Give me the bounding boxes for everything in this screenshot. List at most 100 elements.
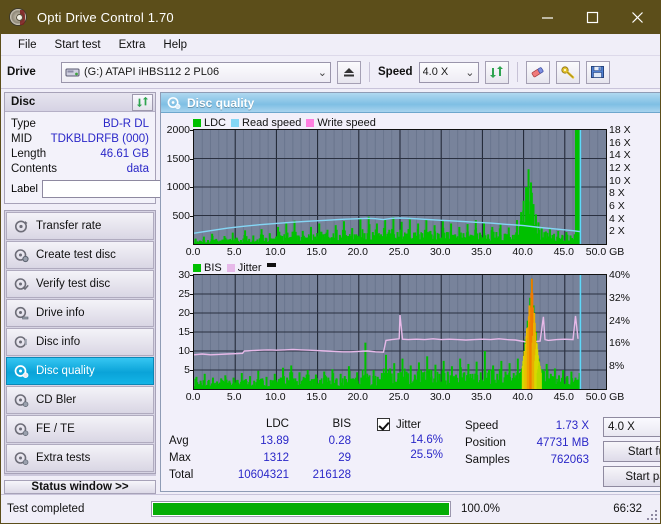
y2-tick-label: 16% [609,337,631,350]
legend-label: LDC [204,116,227,129]
sidebar-item-verify-test-disc[interactable]: Verify test disc [6,270,154,298]
y2-tick-label: 14 X [609,149,631,162]
sidebar-item-create-test-disc[interactable]: Create test disc [6,241,154,269]
menu-extra[interactable]: Extra [110,37,155,53]
disc-label-label: Label [11,182,38,195]
charts-container: LDC Read speed Write speed 500 1000 1500 20… [161,113,660,404]
main-body: Disc Type BD-R DL MID TDKBLDRFB (000) Le… [1,90,660,494]
legend-swatch [231,118,240,127]
panel-title: Disc quality [187,95,255,110]
x-tick-label: 25.0 [388,246,410,258]
bis-chart-legend: BIS Jitter [163,261,660,274]
test-speed-select[interactable]: 4.0 X ⌄ [603,417,660,437]
jitter-checkbox[interactable] [377,418,390,431]
legend-swatch [226,263,235,272]
disc-row-contents: Contents data [11,161,149,176]
disc-quality-icon [14,364,29,379]
x-tick-label: 30.0 [429,246,451,258]
menu-file[interactable]: File [9,37,46,53]
menu-start-test[interactable]: Start test [46,37,110,53]
position-stat-value: 47731 MB [536,436,589,449]
speed-select[interactable]: 4.0 X ⌄ [418,61,479,83]
right-pane: Disc quality LDC Read speed Write speed … [159,90,660,494]
action-buttons: 4.0 X ⌄ Start full Start part [603,417,660,487]
eject-button[interactable] [337,60,361,84]
drive-small-icon [65,66,80,79]
legend-label: Read speed [242,116,302,129]
y2-tick-label: 40% [609,269,631,281]
error-stats-table: LDC BIS Avg 13.89 0.28 Max 1312 29 Total… [169,417,351,487]
y2-tick-label: 8 X [609,187,625,200]
y-tick-label: 1000 [166,181,190,193]
y-tick-label: 20 [178,307,190,319]
sidebar-item-disc-info[interactable]: Disc info [6,328,154,356]
y-tick-label: 15 [178,326,190,338]
drive-label: Drive [7,66,36,78]
key-icon [560,66,574,79]
bis-x-axis: 0.0 5.0 10.0 15.0 20.0 25.0 30.0 35.0 40.0 45.0 50… [186,390,625,404]
jitter-toggle-row[interactable]: Jitter [377,417,443,432]
title-bar: Opti Drive Control 1.70 [1,1,660,34]
y-tick-label: 10 [178,345,190,357]
status-window-button[interactable]: Status window >> [4,480,156,494]
jitter-column: Jitter 14.6% 25.5% [377,417,443,487]
samples-stat-value: 762063 [550,453,589,466]
x-tick-label: 5.0 [226,246,242,258]
save-button[interactable] [585,60,610,84]
app-disc-icon [9,7,29,28]
eraser-icon [531,67,543,78]
eraser-button[interactable] [525,60,550,84]
verify-disc-icon [14,277,29,292]
disc-mid-value: TDKBLDRFB (000) [50,132,149,145]
disc-refresh-button[interactable] [132,93,153,111]
ldc-x-axis: 0.0 5.0 10.0 15.0 20.0 25.0 30.0 35.0 40.0 45.0 50… [186,245,625,259]
bis-jitter-chart: BIS Jitter 5 10 15 20 25 30 8% 16% 24% 32% 40% 0.… [163,261,660,404]
sidebar-item-transfer-rate[interactable]: Transfer rate [6,212,154,240]
y2-tick-label: 16 X [609,136,631,149]
ldc-y-axis-left: 500 1000 1500 2000 [163,124,193,245]
x-tick-label: 20.0 [347,391,369,403]
resize-grip[interactable] [647,510,657,520]
start-full-button[interactable]: Start full [603,441,660,462]
jitter-avg-value: 14.6% [410,433,443,446]
disc-type-label: Type [11,117,36,130]
speed-label: Speed [378,66,413,78]
stats-row-total-label: Total [169,469,194,481]
disc-group-header: Disc [5,93,155,112]
left-pane: Disc Type BD-R DL MID TDKBLDRFB (000) Le… [1,90,244,494]
x-tick-label: 40.0 [512,246,533,258]
disc-group: Disc Type BD-R DL MID TDKBLDRFB (000) Le… [4,92,244,204]
disc-type-value: BD-R DL [102,117,149,130]
menu-bar: File Start test Extra Help [1,34,660,56]
refresh-button[interactable] [484,60,509,84]
y-tick-label: 500 [172,209,190,222]
app-window: Opti Drive Control 1.70 File Start test … [0,0,661,524]
start-part-button[interactable]: Start part [603,466,660,487]
y2-tick-label: 4 X [609,212,625,225]
speed-stat-value: 1.73 X [555,419,589,432]
x-tick-label: 25.0 [388,391,410,403]
y2-tick-label: 8% [609,360,625,373]
drive-select[interactable]: (G:) ATAPI iHBS112 2 PL06 ⌄ [61,61,331,83]
close-icon[interactable] [615,1,660,34]
legend-label: BIS [204,261,222,274]
ldc-y-axis-right: 2 X4 X6 X8 X 10 X 12 X 14 X 16 X 18 X [607,124,645,245]
legend-label: Jitter [237,261,262,274]
sidebar-item-drive-info[interactable]: Drive info [6,299,154,327]
window-title: Opti Drive Control 1.70 [37,10,174,25]
nav-list: Transfer rate Create test disc Verify te… [4,210,156,474]
menu-help[interactable]: Help [154,37,196,53]
disc-row-mid: MID TDKBLDRFB (000) [11,131,149,146]
sidebar-item-cd-bler[interactable]: CD Bler [6,386,154,414]
key-button[interactable] [555,60,580,84]
sidebar-item-fe-te[interactable]: FE / TE [6,415,154,443]
sidebar-item-label: Create test disc [36,249,116,261]
stats-bis-total: 216128 [312,469,351,481]
maximize-icon[interactable] [570,1,615,34]
minimize-icon[interactable] [525,1,570,34]
sidebar-item-disc-quality[interactable]: Disc quality [6,357,154,385]
sidebar-item-extra-tests[interactable]: Extra tests [6,444,154,472]
x-tick-label: 35.0 [471,246,492,258]
stats-row-max-label: Max [169,452,191,464]
disc-info-icon [14,335,29,350]
